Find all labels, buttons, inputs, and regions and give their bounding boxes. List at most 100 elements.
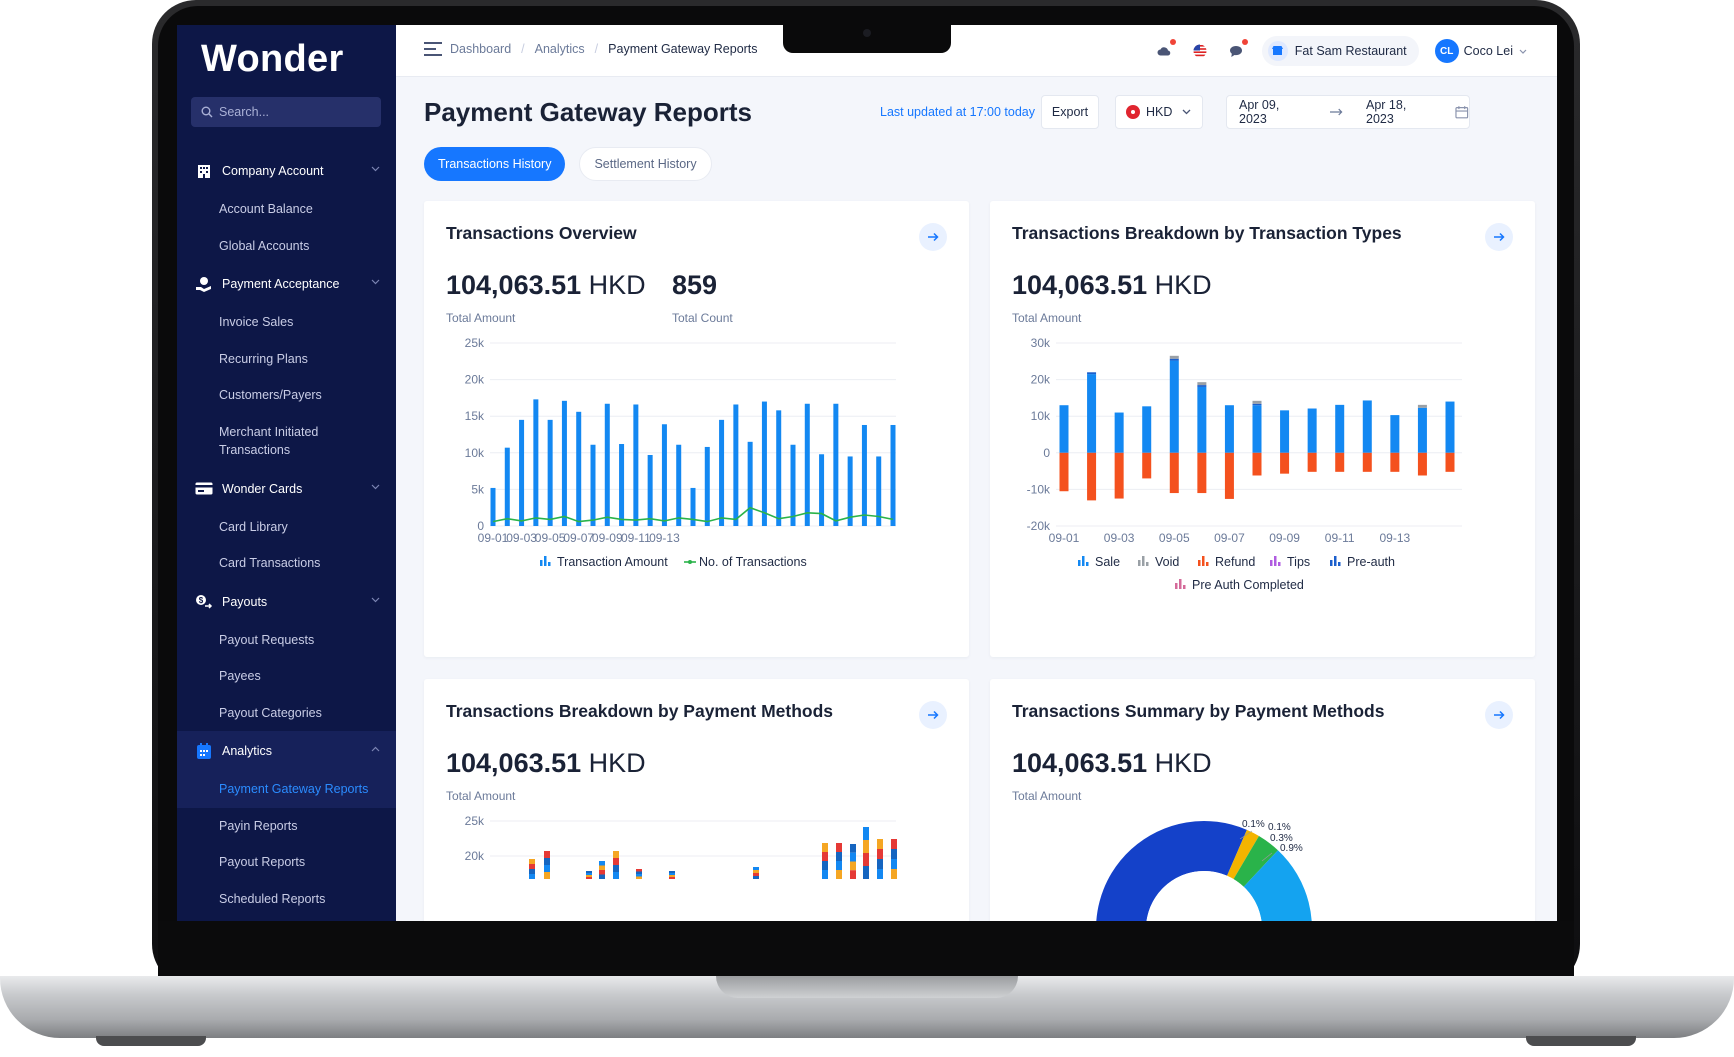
- bar: [861, 424, 867, 526]
- sidebar-item-payout-reports[interactable]: Payout Reports: [177, 844, 396, 881]
- date-range-picker[interactable]: Apr 09, 2023 Apr 18, 2023: [1226, 95, 1470, 129]
- sidebar-section-label: Analytics: [222, 744, 273, 758]
- bar-sale: [1252, 405, 1262, 453]
- sidebar-item-scheduled-reports[interactable]: Scheduled Reports: [177, 881, 396, 918]
- legend-label: Refund: [1215, 555, 1255, 569]
- sidebar-item-payees[interactable]: Payees: [177, 658, 396, 695]
- sidebar-item-payout-requests[interactable]: Payout Requests: [177, 622, 396, 659]
- bar-refund: [1417, 452, 1427, 476]
- x-tick-label: 09-01: [1049, 531, 1080, 545]
- chat-icon[interactable]: [1226, 39, 1248, 61]
- sidebar-section-analytics[interactable]: Analytics: [177, 731, 396, 771]
- stacked-bar-segment: [836, 870, 842, 879]
- stacked-bar-segment: [822, 861, 828, 870]
- export-button[interactable]: Export: [1041, 95, 1099, 129]
- stacked-bar-segment: [863, 866, 869, 879]
- report-tabs: Transactions History Settlement History: [424, 147, 726, 181]
- x-tick-label: 09-03: [1104, 531, 1135, 545]
- last-updated[interactable]: Last updated at 17:00 today: [880, 103, 1058, 120]
- sidebar-section-company-account[interactable]: Company Account: [177, 151, 396, 191]
- legend-bar-icon: [1142, 556, 1145, 566]
- bar-preauth: [1169, 358, 1179, 361]
- app-logo[interactable]: Wonder: [201, 38, 344, 81]
- bar-refund: [1252, 452, 1262, 476]
- notification-dot: [1169, 39, 1176, 45]
- bar-refund: [1224, 452, 1234, 499]
- sidebar-item-card-transactions[interactable]: Card Transactions: [177, 545, 396, 582]
- bar-refund: [1307, 452, 1317, 472]
- legend-label: Sale: [1095, 555, 1120, 569]
- chevron-down-icon: [371, 597, 380, 602]
- camera-icon: [863, 29, 871, 37]
- bar-refund: [1087, 452, 1097, 501]
- chevron-down-icon: [371, 279, 380, 285]
- legend-label: Pre Auth Completed: [1192, 578, 1304, 592]
- x-tick-label: 09-01: [478, 531, 509, 545]
- card-summary-payment-methods: Transactions Summary by Payment Methods …: [990, 679, 1535, 921]
- sidebar-section-wonder-cards[interactable]: Wonder Cards: [177, 469, 396, 509]
- stacked-bar-segment: [544, 872, 550, 879]
- store-name: Fat Sam Restaurant: [1294, 44, 1407, 58]
- bar: [790, 444, 796, 526]
- bar-sale: [1445, 401, 1455, 453]
- x-tick-label: 09-07: [563, 531, 594, 545]
- bar-sale: [1087, 374, 1097, 453]
- sidebar-item-global-accounts[interactable]: Global Accounts: [177, 228, 396, 265]
- menu-toggle-icon[interactable]: [424, 42, 442, 56]
- tab-transactions-history[interactable]: Transactions History: [424, 147, 566, 181]
- stacked-bar-segment: [529, 874, 535, 879]
- bar: [619, 444, 625, 526]
- x-tick-label: 09-11: [1325, 531, 1355, 545]
- breadcrumb-dashboard[interactable]: Dashboard: [450, 42, 511, 56]
- bar-void: [1252, 400, 1262, 404]
- card-breakdown-transaction-types: Transactions Breakdown by Transaction Ty…: [990, 201, 1535, 657]
- sidebar-item-payout-categories[interactable]: Payout Categories: [177, 695, 396, 732]
- y-tick-label: 15k: [465, 409, 485, 423]
- card-icon: [194, 479, 214, 499]
- laptop-foot-right: [1526, 1036, 1636, 1046]
- currency-value: HKD: [1146, 105, 1173, 119]
- bar-preauth: [1197, 385, 1207, 387]
- sidebar-item-card-library[interactable]: Card Library: [177, 509, 396, 546]
- y-tick-label: 20k: [465, 849, 485, 863]
- currency-select[interactable]: HKD: [1115, 95, 1203, 129]
- sidebar-item-payin-reports[interactable]: Payin Reports: [177, 808, 396, 845]
- bar-sale: [1197, 386, 1207, 453]
- search-input[interactable]: Search...: [191, 97, 381, 127]
- stacked-bar-segment: [863, 827, 869, 840]
- sidebar-item-recurring-plans[interactable]: Recurring Plans: [177, 341, 396, 378]
- chevron-down-icon: [1519, 49, 1527, 54]
- sidebar-section-payment-acceptance[interactable]: Payment Acceptance: [177, 264, 396, 304]
- stacked-bar-segment: [822, 852, 828, 861]
- user-menu[interactable]: CL Coco Lei: [1429, 36, 1547, 66]
- legend-bar-icon: [1334, 556, 1337, 566]
- sidebar-item-payment-gateway-reports[interactable]: Payment Gateway Reports: [177, 771, 396, 808]
- sidebar-item-merchant-initiated-transactions[interactable]: Merchant Initiated Transactions: [177, 414, 357, 469]
- stacked-bar-segment: [599, 865, 605, 870]
- x-tick-label: 09-13: [1380, 531, 1411, 545]
- bar: [533, 399, 539, 526]
- breadcrumb: Dashboard / Analytics / Payment Gateway …: [424, 42, 758, 56]
- tab-settlement-history[interactable]: Settlement History: [579, 147, 712, 181]
- breadcrumb-analytics[interactable]: Analytics: [535, 42, 585, 56]
- stacked-bar-segment: [613, 872, 619, 879]
- cloud-icon[interactable]: [1154, 39, 1176, 61]
- bar-void: [1197, 382, 1207, 386]
- card-transactions-overview: Transactions Overview 104,063.51 HKD Tot…: [424, 201, 969, 657]
- stacked-bar-segment: [599, 874, 605, 879]
- page-title: Payment Gateway Reports: [424, 97, 753, 127]
- payment-methods-chart: 25k 20k: [465, 814, 897, 879]
- laptop-bezel-bottom: [158, 921, 1574, 976]
- sidebar-section-payouts[interactable]: $ Payouts: [177, 582, 396, 622]
- sidebar-item-account-balance[interactable]: Account Balance: [177, 191, 396, 228]
- legend-bar-icon: [1274, 556, 1277, 566]
- sidebar-item-invoice-sales[interactable]: Invoice Sales: [177, 304, 396, 341]
- stacked-bar-segment: [863, 853, 869, 866]
- us-flag-icon[interactable]: [1190, 41, 1210, 61]
- store-selector[interactable]: Fat Sam Restaurant: [1261, 36, 1419, 66]
- bar-void: [1417, 404, 1427, 408]
- sidebar-item-customers-payers[interactable]: Customers/Payers: [177, 377, 396, 414]
- bar: [604, 403, 610, 526]
- bar-sale: [1335, 404, 1345, 453]
- bar-refund: [1197, 452, 1207, 494]
